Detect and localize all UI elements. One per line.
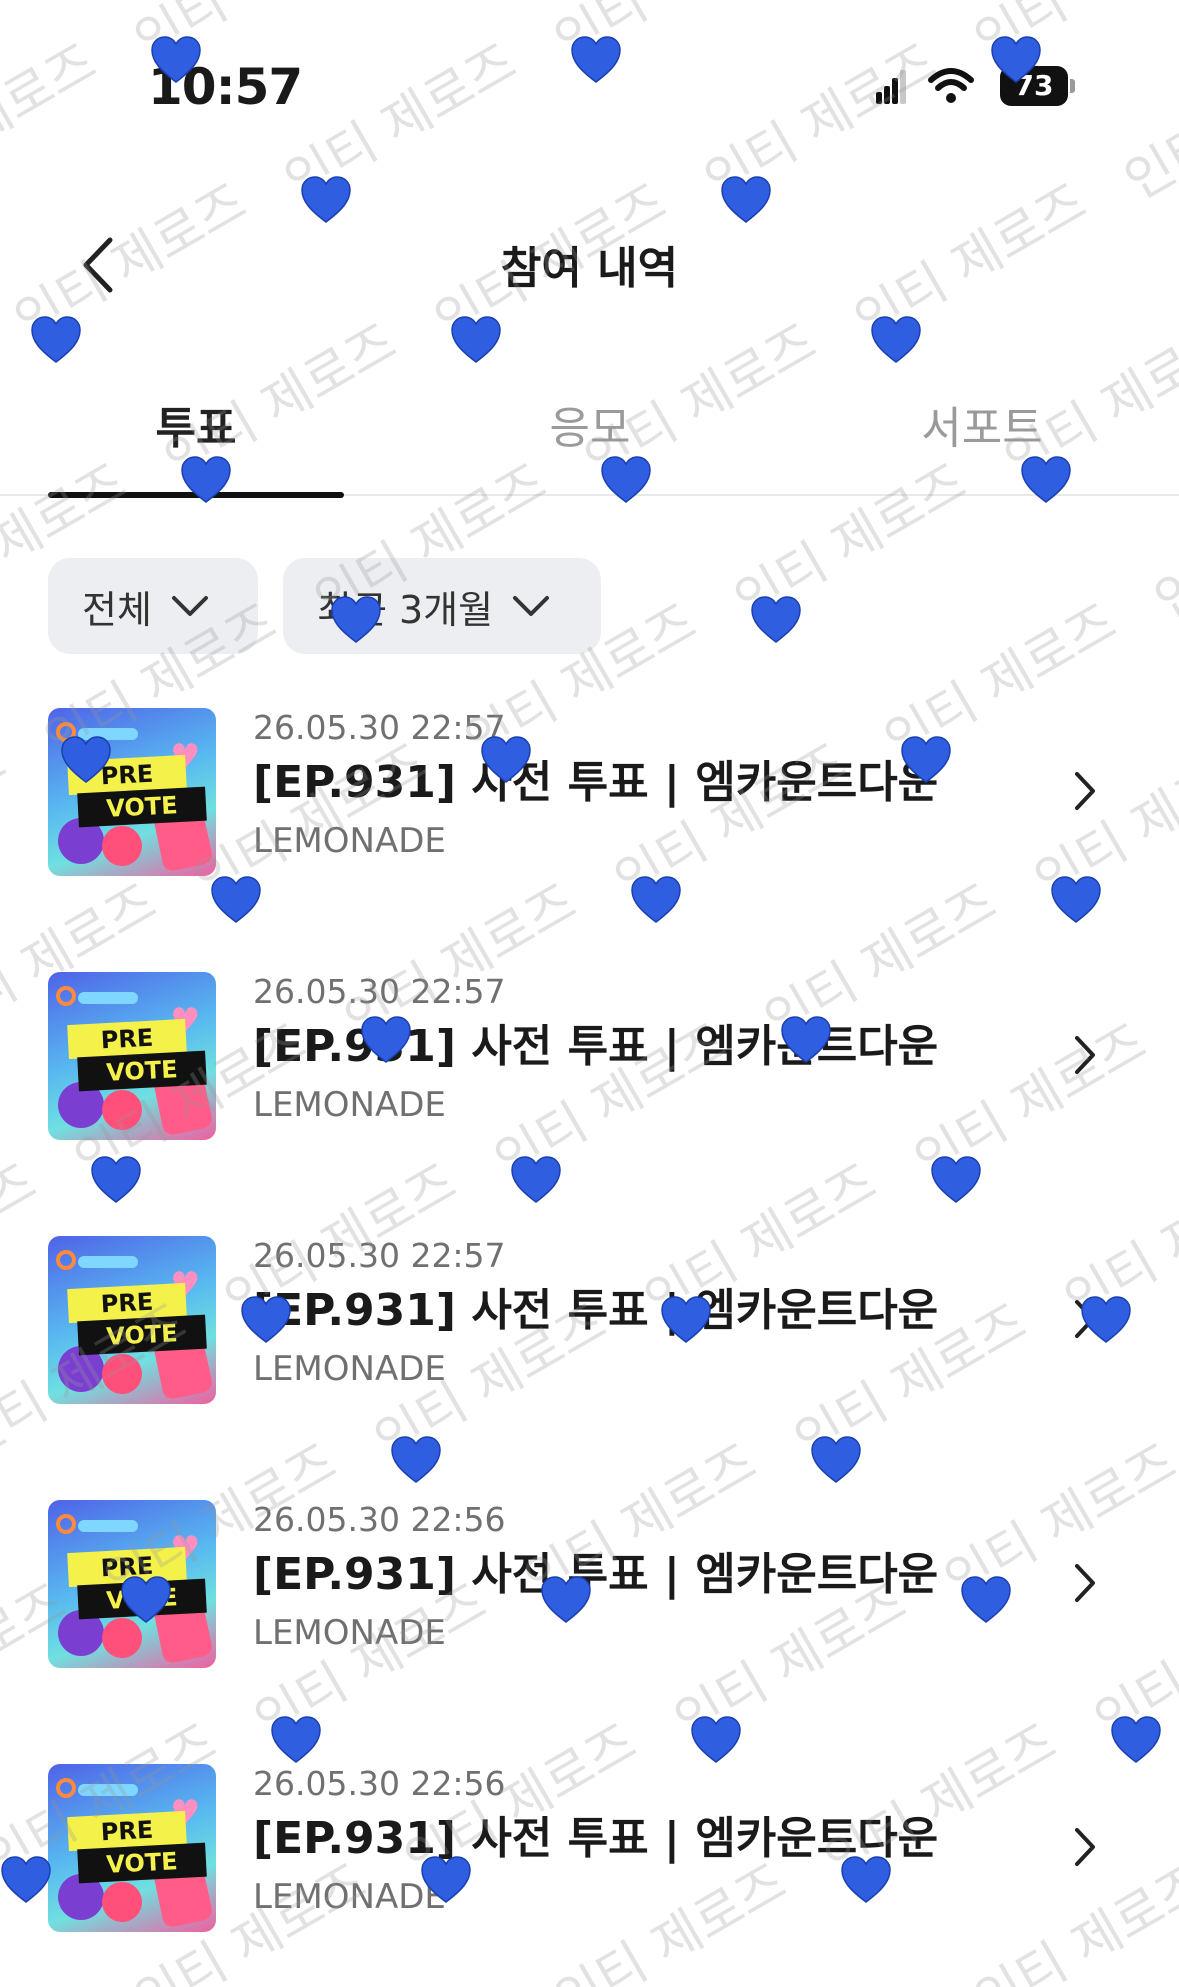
list-item[interactable]: ♥ PRE VOTE 26.05.30 22:57 [EP.931] 사전 투표… (48, 1234, 1138, 1498)
item-title: [EP.931] 사전 투표 | 엠카운트다운 (253, 757, 939, 808)
chevron-right-icon (1075, 1828, 1095, 1866)
thumb-vote-label: VOTE (77, 1578, 207, 1620)
event-thumbnail: ♥ PRE VOTE (48, 1236, 216, 1404)
chevron-right-icon (1075, 1036, 1095, 1074)
thumb-vote-label: VOTE (77, 786, 207, 828)
blue-heart-icon (31, 316, 81, 363)
page-title: 참여 내역 (500, 243, 679, 294)
thumb-vote-label: VOTE (77, 1050, 207, 1092)
blue-heart-icon (451, 316, 501, 363)
item-artist: LEMONADE (253, 1085, 446, 1125)
chevron-right-icon (1075, 772, 1095, 810)
watermark-text: 인티 제로즈 (0, 1152, 47, 1332)
battery-icon: 73 (1000, 66, 1076, 106)
participation-list: ♥ PRE VOTE 26.05.30 22:57 [EP.931] 사전 투표… (48, 706, 1138, 1987)
watermark-text: 인티 제로즈 (1174, 872, 1179, 1053)
list-item[interactable]: ♥ PRE VOTE 26.05.30 22:56 [EP.931] 사전 투표… (48, 1762, 1138, 1987)
thumb-vote-label: VOTE (77, 1314, 207, 1356)
item-title: [EP.931] 사전 투표 | 엠카운트다운 (253, 1813, 939, 1864)
event-thumbnail: ♥ PRE VOTE (48, 972, 216, 1140)
list-item[interactable]: ♥ PRE VOTE 26.05.30 22:56 [EP.931] 사전 투표… (48, 1498, 1138, 1762)
filter-period-dropdown[interactable]: 최근 3개월 (283, 558, 601, 654)
list-item[interactable]: ♥ PRE VOTE 26.05.30 22:57 [EP.931] 사전 투표… (48, 706, 1138, 970)
participation-history-screen: 10:57 73 참여 내역 투표 응모 서포트 전체 최근 3개월 ♥ PRE… (0, 0, 1179, 1987)
tab-support[interactable]: 서포트 (832, 392, 1132, 456)
tab-vote[interactable]: 투표 (48, 392, 344, 456)
item-date: 26.05.30 22:57 (253, 708, 506, 747)
item-artist: LEMONADE (253, 1877, 446, 1917)
watermark-text: 인티 제로즈 (0, 732, 17, 912)
item-artist: LEMONADE (253, 1613, 446, 1653)
wifi-icon (928, 68, 974, 103)
item-date: 26.05.30 22:56 (253, 1764, 506, 1803)
filter-type-label: 전체 (82, 587, 152, 632)
chevron-down-icon (171, 596, 208, 616)
thumb-vote-label: VOTE (77, 1842, 207, 1884)
battery-level: 73 (1000, 66, 1068, 106)
tab-bar: 투표 응모 서포트 (0, 380, 1179, 498)
event-thumbnail: ♥ PRE VOTE (48, 1764, 216, 1932)
item-title: [EP.931] 사전 투표 | 엠카운트다운 (253, 1549, 939, 1600)
item-title: [EP.931] 사전 투표 | 엠카운트다운 (253, 1021, 939, 1072)
filter-type-dropdown[interactable]: 전체 (48, 558, 258, 654)
item-artist: LEMONADE (253, 821, 446, 861)
list-item[interactable]: ♥ PRE VOTE 26.05.30 22:57 [EP.931] 사전 투표… (48, 970, 1138, 1234)
item-title: [EP.931] 사전 투표 | 엠카운트다운 (253, 1285, 939, 1336)
event-thumbnail: ♥ PRE VOTE (48, 1500, 216, 1668)
cellular-signal-icon (876, 70, 906, 104)
item-date: 26.05.30 22:56 (253, 1500, 506, 1539)
active-tab-indicator (48, 492, 344, 498)
chevron-right-icon (1075, 1300, 1095, 1338)
blue-heart-icon (1, 1856, 51, 1903)
event-thumbnail: ♥ PRE VOTE (48, 708, 216, 876)
item-date: 26.05.30 22:57 (253, 972, 506, 1011)
blue-heart-icon (871, 316, 921, 363)
status-time: 10:57 (148, 58, 303, 116)
item-date: 26.05.30 22:57 (253, 1236, 506, 1275)
item-artist: LEMONADE (253, 1349, 446, 1389)
filter-period-label: 최근 3개월 (317, 587, 494, 632)
blue-heart-icon (751, 596, 801, 643)
tab-entry[interactable]: 응모 (440, 392, 740, 456)
chevron-right-icon (1075, 1564, 1095, 1602)
status-bar: 10:57 73 (0, 0, 1179, 170)
nav-header: 참여 내역 (0, 210, 1179, 320)
chevron-down-icon (513, 596, 550, 616)
